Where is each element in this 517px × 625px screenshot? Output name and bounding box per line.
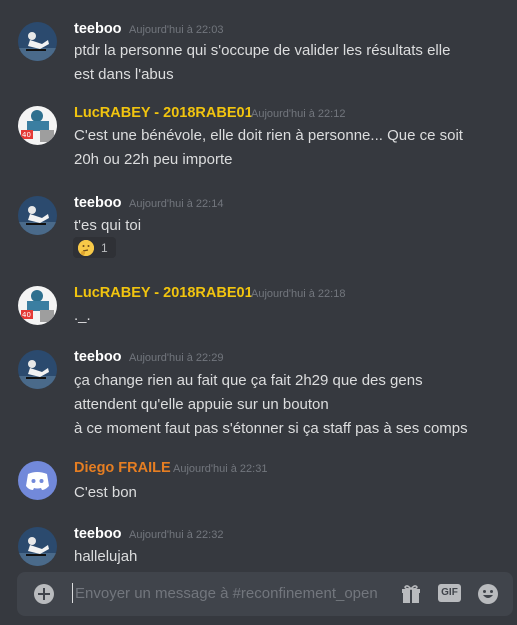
thinking-face-icon [78,239,94,256]
message-text: 20h ou 22h peu importe [74,151,233,168]
message-text: ptdr la personne qui s'occupe de valider… [74,42,451,59]
message-text: hallelujah [74,548,138,565]
message-author[interactable]: teeboo [74,21,122,37]
message: teeboo Aujourd'hui à 22:29 ça change rie… [0,349,517,440]
message-timestamp: Aujourd'hui à 22:18 [251,288,346,300]
message-timestamp: Aujourd'hui à 22:14 [129,198,224,210]
message-author[interactable]: Diego FRAILE [74,460,171,476]
text-caret [72,583,73,603]
message: 40 LucRABEY - 2018RABE01 Aujourd'hui à 2… [0,285,517,326]
photo-avatar[interactable]: 40 [18,106,57,145]
plus-circle-icon[interactable] [34,584,54,604]
message-list: teeboo Aujourd'hui à 22:03 ptdr la perso… [0,0,517,570]
photo-avatar[interactable]: 40 [18,286,57,325]
message: Diego FRAILE Aujourd'hui à 22:31 C'est b… [0,460,517,505]
message-timestamp: Aujourd'hui à 22:03 [129,24,224,36]
message-text: ça change rien au fait que ça fait 2h29 … [74,372,423,389]
skater-avatar[interactable] [18,527,57,566]
message-author[interactable]: LucRABEY - 2018RABE01 [74,285,253,301]
message-text: C'est bon [74,484,137,501]
message-author[interactable]: teeboo [74,349,122,365]
message-text: ._. [74,307,91,324]
svg-text:40: 40 [22,131,31,139]
message-text: t'es qui toi [74,217,142,234]
svg-text:40: 40 [22,311,31,319]
message: 40 LucRABEY - 2018RABE01 Aujourd'hui à 2… [0,105,517,168]
message-text: est dans l'abus [74,66,174,83]
skater-avatar[interactable] [18,22,57,61]
message-author[interactable]: teeboo [74,195,122,211]
message-timestamp: Aujourd'hui à 22:32 [129,529,224,541]
message-timestamp: Aujourd'hui à 22:31 [173,463,268,475]
message-timestamp: Aujourd'hui à 22:29 [129,352,224,364]
reaction-count: 1 [101,240,108,255]
message: teeboo Aujourd'hui à 22:32 hallelujah [0,526,517,569]
message-timestamp: Aujourd'hui à 22:12 [251,108,346,120]
message-input[interactable] [75,581,385,605]
discord-avatar[interactable] [18,461,57,500]
skater-avatar[interactable] [18,196,57,235]
message-author[interactable]: teeboo [74,526,122,542]
emoji-icon[interactable] [477,583,499,610]
message-text: C'est une bénévole, elle doit rien à per… [74,127,463,144]
message: teeboo Aujourd'hui à 22:14 t'es qui toi … [0,195,517,260]
message-composer: GIF [17,572,513,616]
gift-icon[interactable] [400,583,422,610]
reaction-button[interactable]: 1 [73,237,116,258]
gif-icon[interactable]: GIF [438,584,461,602]
message-text: attendent qu'elle appuie sur un bouton [74,396,329,413]
message-text: à ce moment faut pas s'étonner si ça sta… [74,420,468,437]
skater-avatar[interactable] [18,350,57,389]
message: teeboo Aujourd'hui à 22:03 ptdr la perso… [0,21,517,83]
message-author[interactable]: LucRABEY - 2018RABE01 [74,105,253,121]
